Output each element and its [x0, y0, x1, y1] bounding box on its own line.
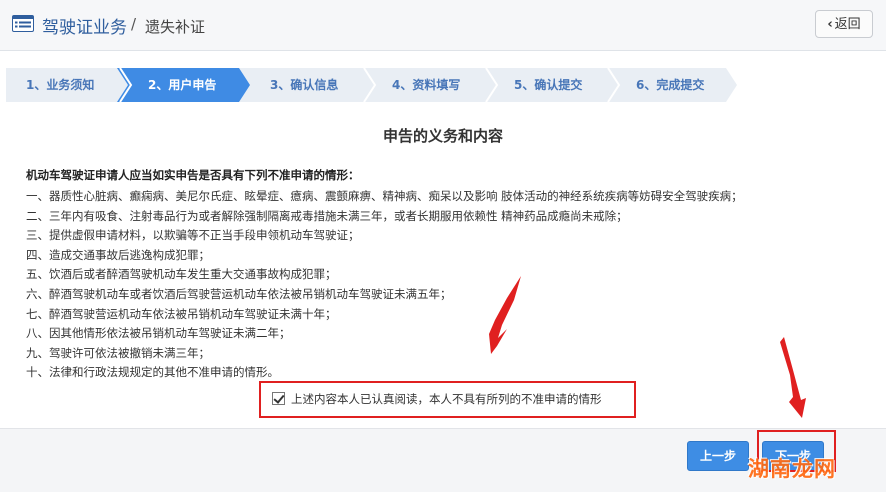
arrow-icon — [489, 276, 521, 354]
watermark-logo: 湖南龙网 — [748, 457, 836, 481]
arrow-icon — [780, 337, 806, 418]
annotation-arrows — [489, 276, 806, 418]
